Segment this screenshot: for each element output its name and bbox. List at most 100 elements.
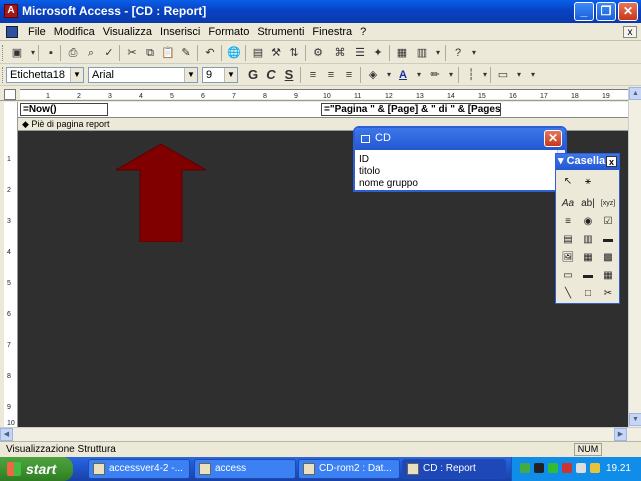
- code-icon[interactable]: ⌘: [331, 44, 349, 62]
- scroll-down-icon[interactable]: ▼: [629, 413, 641, 426]
- bound-object-tool-icon[interactable]: ▩: [600, 250, 616, 266]
- print-icon[interactable]: ⎙: [64, 44, 82, 62]
- taskbar-item-cd-report[interactable]: CD : Report: [402, 459, 506, 479]
- control-name-combo[interactable]: Etichetta18 ▼: [6, 67, 84, 83]
- menu-modifica[interactable]: Modifica: [50, 25, 99, 39]
- toggle-button-tool-icon[interactable]: ≡: [560, 214, 576, 230]
- now-textbox[interactable]: =Now(): [20, 103, 108, 116]
- chevron-down-icon[interactable]: ▾: [558, 155, 564, 167]
- tray-security-icon[interactable]: [534, 463, 544, 473]
- image-tool-icon[interactable]: 🖼: [560, 250, 576, 266]
- page-break-tool-icon[interactable]: ▭: [560, 268, 576, 284]
- menu-file[interactable]: File: [24, 25, 50, 39]
- toolbox-titlebar[interactable]: ▾ Casella x: [556, 154, 619, 170]
- tray-status-icon[interactable]: [548, 463, 558, 473]
- font-name-combo[interactable]: Arial ▼: [88, 67, 198, 83]
- border-width-dropdown-icon[interactable]: ▾: [476, 66, 494, 84]
- menu-inserisci[interactable]: Inserisci: [156, 25, 204, 39]
- taskbar-item-access[interactable]: access: [194, 459, 296, 479]
- autoformat-icon[interactable]: ⚙: [309, 44, 327, 62]
- field-item-nome-gruppo[interactable]: nome gruppo: [359, 178, 418, 190]
- format-painter-icon[interactable]: ✎: [177, 44, 195, 62]
- control-wizards-icon[interactable]: ⚹: [580, 174, 596, 190]
- field-item-id[interactable]: ID: [359, 154, 418, 166]
- field-list-icon[interactable]: ▤: [249, 44, 267, 62]
- toolbar-options-icon[interactable]: ▾: [524, 66, 542, 84]
- save-icon[interactable]: ▪: [42, 44, 60, 62]
- more-controls-icon[interactable]: ✂: [600, 286, 616, 302]
- menu-visualizza[interactable]: Visualizza: [99, 25, 156, 39]
- list-box-tool-icon[interactable]: ▥: [580, 232, 596, 248]
- scroll-left-icon[interactable]: ◀: [0, 428, 13, 441]
- maximize-button[interactable]: ❐: [596, 2, 616, 21]
- access-app-icon[interactable]: A: [4, 4, 18, 18]
- undo-icon[interactable]: ↶: [201, 44, 219, 62]
- tray-alert-icon[interactable]: [562, 463, 572, 473]
- page-number-textbox[interactable]: ="Pagina " & [Page] & " di " & [Pages]: [321, 103, 501, 116]
- tray-volume-icon[interactable]: [576, 463, 586, 473]
- command-button-tool-icon[interactable]: ▬: [600, 232, 616, 248]
- bold-button[interactable]: G: [244, 66, 262, 84]
- align-right-icon[interactable]: ≡: [340, 66, 358, 84]
- option-group-tool-icon[interactable]: [xyz]: [600, 196, 616, 212]
- select-objects-icon[interactable]: ↖: [560, 174, 576, 190]
- tray-network-icon[interactable]: [520, 463, 530, 473]
- menu-help[interactable]: ?: [356, 25, 370, 39]
- toolbox-close-button[interactable]: x: [606, 156, 617, 167]
- start-button[interactable]: start: [0, 457, 73, 481]
- database-window-icon[interactable]: ▦: [393, 44, 411, 62]
- scroll-up-icon[interactable]: ▲: [629, 87, 641, 100]
- chevron-down-icon[interactable]: ▼: [184, 68, 197, 82]
- document-icon[interactable]: [6, 26, 18, 38]
- field-item-titolo[interactable]: titolo: [359, 166, 418, 178]
- tab-control-tool-icon[interactable]: ▬: [580, 268, 596, 284]
- rectangle-tool-icon[interactable]: □: [580, 286, 596, 302]
- sorting-grouping-icon[interactable]: ⇅: [285, 44, 303, 62]
- properties-icon[interactable]: ☰: [351, 44, 369, 62]
- vertical-ruler[interactable]: 1 2 3 4 5 6 7 8 9 10: [4, 102, 18, 427]
- option-button-tool-icon[interactable]: ◉: [580, 214, 596, 230]
- align-center-icon[interactable]: ≡: [322, 66, 340, 84]
- chevron-down-icon[interactable]: ▼: [224, 68, 237, 82]
- tray-app-icon[interactable]: [590, 463, 600, 473]
- chevron-down-icon[interactable]: ▼: [70, 68, 83, 82]
- toolbox-window[interactable]: ▾ Casella x ↖ ⚹ Aa ab| [xyz] ≡ ◉ ☑ ▤ ▥ ▬…: [555, 153, 620, 304]
- unbound-object-tool-icon[interactable]: ▦: [580, 250, 596, 266]
- font-size-combo[interactable]: 9 ▼: [202, 67, 238, 83]
- toolbox-icon[interactable]: ⚒: [267, 44, 285, 62]
- scroll-right-icon[interactable]: ▶: [614, 428, 627, 441]
- title-bar[interactable]: A Microsoft Access - [CD : Report] _ ❐ ✕: [0, 0, 641, 23]
- copy-icon[interactable]: ⧉: [141, 44, 159, 62]
- field-list-titlebar[interactable]: CD ✕: [355, 128, 565, 150]
- italic-button[interactable]: C: [262, 66, 280, 84]
- checkbox-tool-icon[interactable]: ☑: [600, 214, 616, 230]
- taskbar-item-cdrom[interactable]: CD-rom2 : Dat...: [298, 459, 400, 479]
- field-list-close-button[interactable]: ✕: [544, 130, 562, 147]
- label-tool-icon[interactable]: Aa: [560, 196, 576, 212]
- report-section-body[interactable]: =Now() ="Pagina " & [Page] & " di " & [P…: [18, 102, 628, 118]
- paste-icon[interactable]: 📋: [159, 44, 177, 62]
- horizontal-scrollbar[interactable]: ◀ ▶: [0, 427, 641, 441]
- textbox-tool-icon[interactable]: ab|: [580, 196, 596, 212]
- cut-icon[interactable]: ✂: [123, 44, 141, 62]
- menu-finestra[interactable]: Finestra: [308, 25, 356, 39]
- subreport-tool-icon[interactable]: ▦: [600, 268, 616, 284]
- taskbar-item-accessver[interactable]: accessver4-2 -...: [88, 459, 190, 479]
- view-dropdown-icon[interactable]: ▾: [24, 44, 42, 62]
- document-close-button[interactable]: x: [623, 26, 637, 38]
- underline-button[interactable]: S: [280, 66, 298, 84]
- toolbar-grip[interactable]: [2, 67, 5, 83]
- report-selector[interactable]: [4, 89, 16, 100]
- line-tool-icon[interactable]: ╲: [560, 286, 576, 302]
- ruler-band[interactable]: 1 2 3 4 5 6 7 8 9 10 11 12 13 14 15 16 1…: [20, 89, 628, 100]
- combo-box-tool-icon[interactable]: ▤: [560, 232, 576, 248]
- menu-formato[interactable]: Formato: [204, 25, 253, 39]
- build-icon[interactable]: ✦: [369, 44, 387, 62]
- close-button[interactable]: ✕: [618, 2, 638, 21]
- minimize-button[interactable]: _: [574, 2, 594, 21]
- align-left-icon[interactable]: ≡: [304, 66, 322, 84]
- menu-strumenti[interactable]: Strumenti: [253, 25, 308, 39]
- print-preview-icon[interactable]: ⌕: [82, 44, 100, 62]
- toolbar-options-icon[interactable]: ▾: [465, 44, 483, 62]
- horizontal-ruler[interactable]: 1 2 3 4 5 6 7 8 9 10 11 12 13 14 15 16 1…: [0, 87, 628, 101]
